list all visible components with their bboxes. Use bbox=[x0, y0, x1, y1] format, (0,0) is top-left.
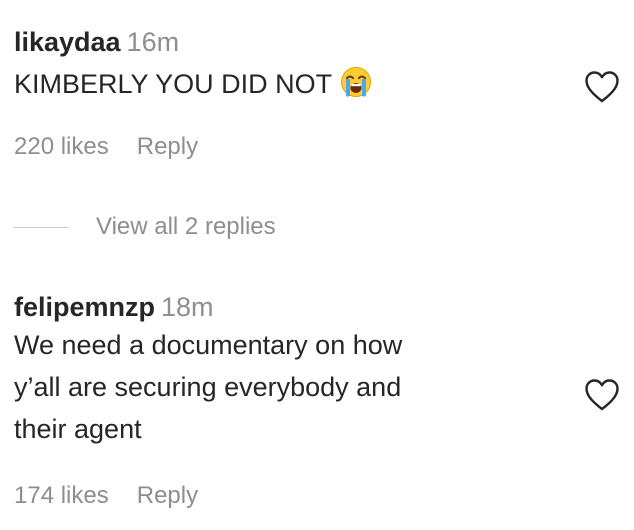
comment-meta: 220 likes Reply bbox=[14, 133, 198, 161]
comment-text: We need a documentary on how y’all are s… bbox=[14, 324, 514, 450]
loudly-crying-face-icon bbox=[341, 67, 372, 97]
like-heart-icon[interactable] bbox=[584, 70, 620, 104]
comment-text: KIMBERLY YOU DID NOT bbox=[14, 63, 514, 105]
replies-divider bbox=[14, 226, 68, 228]
comment-text-line: their agent bbox=[14, 414, 142, 444]
comment-header: likaydaa 16m bbox=[14, 25, 620, 59]
reply-button[interactable]: Reply bbox=[137, 133, 198, 161]
comment-text-line: We need a documentary on how bbox=[14, 330, 403, 360]
comment-username[interactable]: felipemnzp bbox=[14, 292, 155, 322]
comment-timestamp: 18m bbox=[161, 292, 214, 322]
reply-button[interactable]: Reply bbox=[137, 482, 198, 510]
comment-text-content: KIMBERLY YOU DID NOT bbox=[14, 69, 333, 99]
like-heart-icon[interactable] bbox=[584, 378, 620, 412]
like-count[interactable]: 220 likes bbox=[14, 133, 109, 161]
comment-timestamp: 16m bbox=[126, 27, 180, 57]
comment-meta: 174 likes Reply bbox=[14, 482, 198, 510]
view-replies-toggle[interactable]: View all 2 replies bbox=[14, 210, 276, 244]
comment-header: felipemnzp 18m bbox=[14, 290, 620, 324]
view-replies-label[interactable]: View all 2 replies bbox=[96, 213, 276, 241]
like-count[interactable]: 174 likes bbox=[14, 482, 109, 510]
comment-item: likaydaa 16m KIMBERLY YOU DID NOT 220 lik… bbox=[14, 25, 620, 175]
comment-text-line: y’all are securing everybody and bbox=[14, 372, 402, 402]
comment-item: felipemnzp 18m We need a documentary on h… bbox=[14, 290, 620, 525]
comment-username[interactable]: likaydaa bbox=[14, 27, 121, 57]
